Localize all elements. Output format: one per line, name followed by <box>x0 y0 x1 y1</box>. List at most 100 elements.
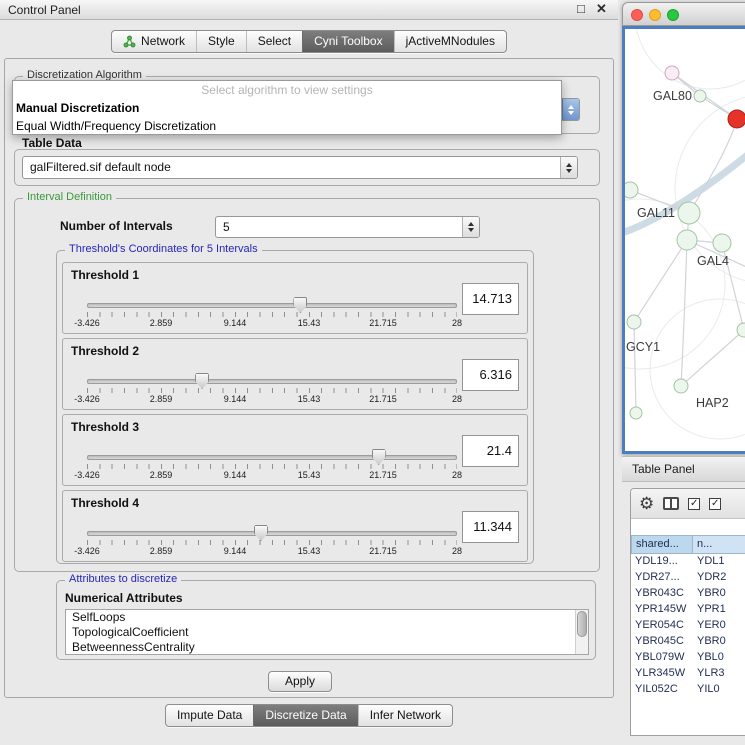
list-scrollbar[interactable] <box>575 610 588 654</box>
column-header-shared-name[interactable]: shared... <box>631 535 693 554</box>
control-panel-title: Control Panel <box>8 3 81 17</box>
top-tab-group: Network Style Select Cyni Toolbox jActiv… <box>111 30 507 53</box>
network-canvas[interactable]: GAL80 GAL11 GAL4 GCY1 HAP2 <box>622 26 745 454</box>
network-node[interactable] <box>625 182 638 198</box>
list-item[interactable]: BetweennessCentrality <box>66 640 588 655</box>
tab-infer-network[interactable]: Infer Network <box>358 705 452 726</box>
table-row[interactable]: YBL079WYBL0 <box>631 650 745 666</box>
network-node[interactable] <box>665 66 679 80</box>
group-title: Interval Definition <box>23 191 116 203</box>
tab-label: Style <box>208 31 235 52</box>
scale-label: 28 <box>452 318 462 328</box>
slider-ticks <box>87 312 457 317</box>
network-node[interactable] <box>678 202 700 224</box>
tab-select[interactable]: Select <box>246 31 302 52</box>
group-title: Attributes to discretize <box>65 573 181 585</box>
table-row[interactable]: YDR27...YDR2 <box>631 570 745 586</box>
scale-label: 15.43 <box>298 546 321 556</box>
scale-label: -3.426 <box>74 546 100 556</box>
network-node[interactable] <box>627 315 641 329</box>
window-zoom-button[interactable] <box>667 9 679 21</box>
threshold-2-value-field[interactable]: 6.316 <box>462 359 519 391</box>
slider-scale: -3.4262.8599.14415.4321.71528 <box>87 394 457 406</box>
threshold-3-value-field[interactable]: 21.4 <box>462 435 519 467</box>
window-close-button[interactable] <box>631 9 643 21</box>
table-row[interactable]: YDL19...YDL1 <box>631 554 745 570</box>
attributes-group: Attributes to discretize Numerical Attri… <box>56 580 596 660</box>
threshold-1-value-field[interactable]: 14.713 <box>462 283 519 315</box>
threshold-3-panel: Threshold 3 -3.4262.8599.14415.4321.7152… <box>62 414 528 486</box>
tab-cyni-toolbox[interactable]: Cyni Toolbox <box>302 31 393 52</box>
close-window-button[interactable]: ✕ <box>596 1 607 17</box>
control-panel-titlebar: Control Panel □ ✕ <box>0 0 618 20</box>
network-node[interactable] <box>674 379 688 393</box>
tab-discretize-data[interactable]: Discretize Data <box>253 705 357 726</box>
network-nodes <box>625 66 745 419</box>
node-label: GAL80 <box>653 89 692 103</box>
dropdown-placeholder: Select algorithm to view settings <box>13 81 561 99</box>
table-cell: YBL0 <box>693 650 745 666</box>
node-label: GAL11 <box>637 206 675 220</box>
network-node[interactable] <box>630 407 642 419</box>
scale-label: 21.715 <box>369 318 397 328</box>
table-row[interactable]: YIL052CYIL0 <box>631 682 745 698</box>
column-header-name[interactable]: n... <box>693 535 745 554</box>
network-node[interactable] <box>694 90 706 102</box>
table-row[interactable]: YBR045CYBR0 <box>631 634 745 650</box>
numerical-attributes-list[interactable]: SelfLoopsTopologicalCoefficientBetweenne… <box>65 609 589 655</box>
apply-button[interactable]: Apply <box>268 671 332 692</box>
threshold-2-slider[interactable] <box>87 379 457 384</box>
network-node[interactable] <box>713 234 731 252</box>
table-row[interactable]: YBR043CYBR0 <box>631 586 745 602</box>
tab-network[interactable]: Network <box>112 31 196 52</box>
table-row[interactable]: YER054CYER0 <box>631 618 745 634</box>
list-item[interactable]: TopologicalCoefficient <box>66 625 588 640</box>
slider-scale: -3.4262.8599.14415.4321.71528 <box>87 318 457 330</box>
table-cell: YBR0 <box>693 586 745 602</box>
scale-label: 28 <box>452 394 462 404</box>
tab-impute-data[interactable]: Impute Data <box>166 705 253 726</box>
threshold-4-value-field[interactable]: 11.344 <box>462 511 519 543</box>
threshold-4-slider[interactable] <box>87 531 457 536</box>
threshold-1-slider[interactable] <box>87 303 457 308</box>
table-row[interactable]: YPR145WYPR1 <box>631 602 745 618</box>
checkbox-icon[interactable]: ✓ <box>709 498 721 510</box>
slider-scale: -3.4262.8599.14415.4321.71528 <box>87 546 457 558</box>
table-cell: YBR045C <box>631 634 693 650</box>
table-data-combobox[interactable]: galFiltered.sif default node <box>22 156 578 179</box>
network-node[interactable] <box>677 230 697 250</box>
window-minimize-button[interactable] <box>649 9 661 21</box>
checkbox-icon[interactable]: ✓ <box>688 498 700 510</box>
network-node-red[interactable] <box>728 110 745 128</box>
group-title: Threshold's Coordinates for 5 Intervals <box>65 243 262 255</box>
scale-label: -3.426 <box>74 394 100 404</box>
table-cell: YLR3 <box>693 666 745 682</box>
slider-thumb-icon[interactable] <box>372 449 386 465</box>
scale-label: 9.144 <box>224 394 247 404</box>
slider-ticks <box>87 540 457 545</box>
tab-label: Impute Data <box>177 705 242 726</box>
list-item[interactable]: SelfLoops <box>66 610 588 625</box>
table-cell: YDR27... <box>631 570 693 586</box>
tab-style[interactable]: Style <box>196 31 246 52</box>
dropdown-option-manual-discretization[interactable]: Manual Discretization <box>13 99 561 117</box>
table-cell: YDR2 <box>693 570 745 586</box>
gear-icon[interactable]: ⚙ <box>639 495 654 512</box>
scale-label: 2.859 <box>150 318 173 328</box>
threshold-1-panel: Threshold 1 -3.4262.8599.14415.4321.7152… <box>62 262 528 334</box>
slider-thumb-icon[interactable] <box>195 373 209 389</box>
slider-thumb-icon[interactable] <box>254 525 268 541</box>
threshold-3-slider[interactable] <box>87 455 457 460</box>
number-of-intervals-combobox[interactable]: 5 <box>215 216 480 238</box>
table-body: YDL19...YDL1YDR27...YDR2YBR043CYBR0YPR14… <box>631 554 745 698</box>
tab-jactivemnodules[interactable]: jActiveMNodules <box>394 31 506 52</box>
columns-icon[interactable] <box>663 497 679 510</box>
numerical-attributes-label: Numerical Attributes <box>65 591 183 605</box>
slider-thumb-icon[interactable] <box>293 297 307 313</box>
float-window-button[interactable]: □ <box>577 1 585 16</box>
scale-label: 21.715 <box>369 470 397 480</box>
table-row[interactable]: YLR345WYLR3 <box>631 666 745 682</box>
scrollbar-thumb[interactable] <box>577 611 587 637</box>
number-of-intervals-label: Number of Intervals <box>60 219 173 233</box>
dropdown-option-equal-width[interactable]: Equal Width/Frequency Discretization <box>13 117 561 135</box>
